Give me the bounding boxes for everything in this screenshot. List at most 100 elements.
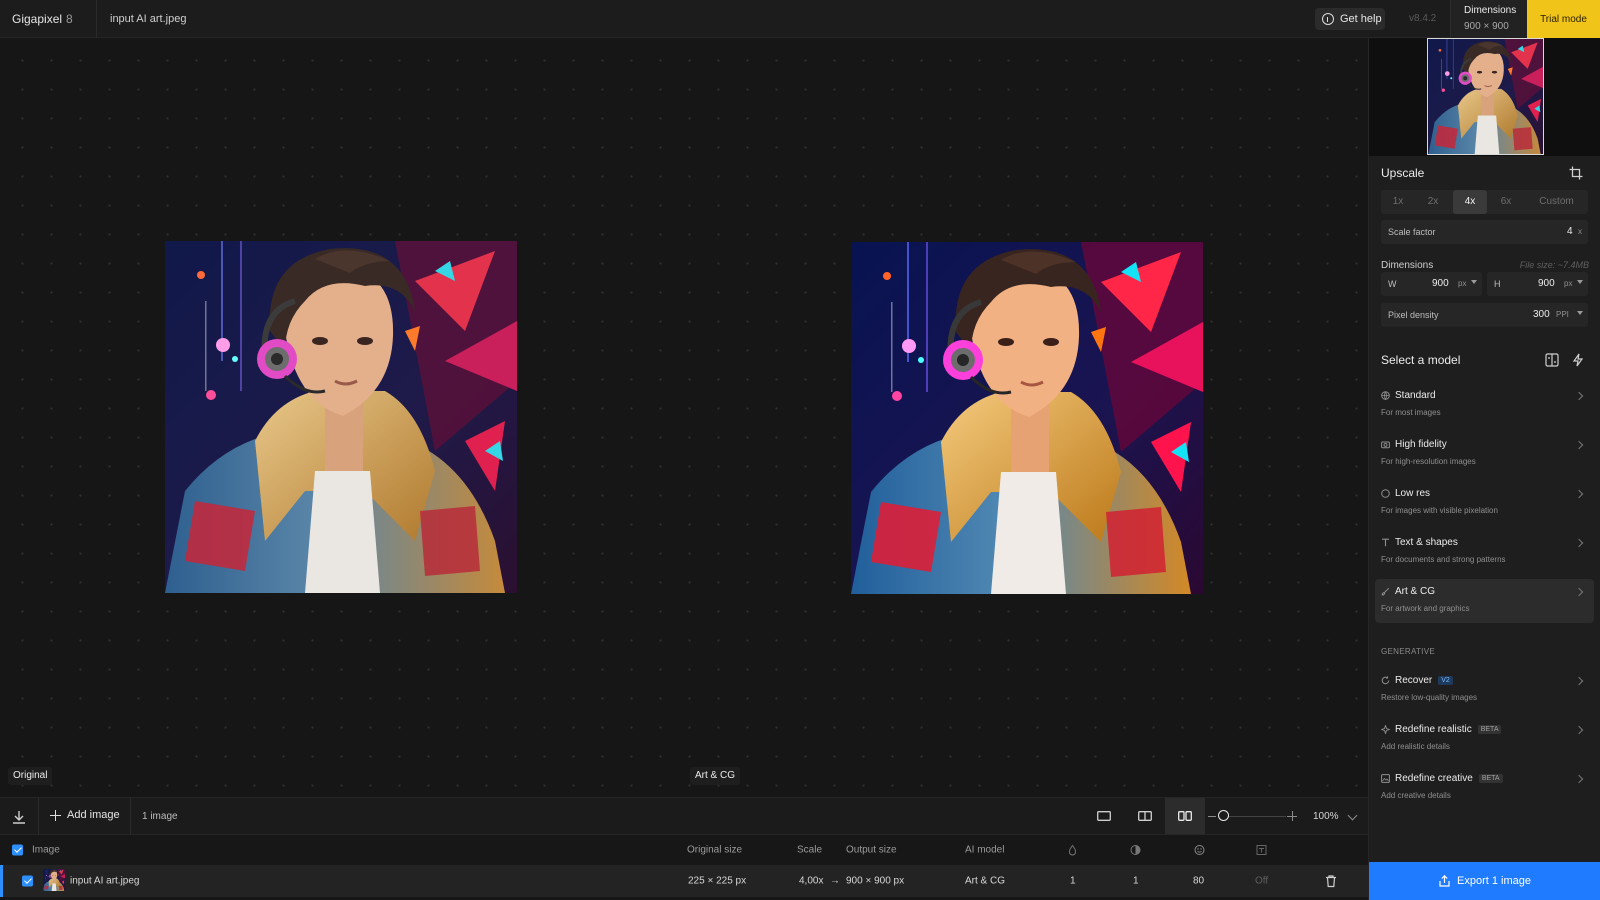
zoom-in-icon[interactable] xyxy=(1287,811,1297,821)
original-preview[interactable] xyxy=(165,241,517,593)
split-view-button[interactable] xyxy=(1125,798,1165,834)
add-image-button[interactable]: Add image xyxy=(50,809,120,821)
scale-option-4x[interactable]: 4x xyxy=(1453,190,1487,214)
row-value-3: 80 xyxy=(1193,875,1205,887)
pixel-density-value[interactable]: 300 xyxy=(1533,309,1550,320)
model-high-fidelity[interactable]: High fidelity For high-resolution images xyxy=(1375,432,1594,476)
scale-factor-value[interactable]: 4 xyxy=(1567,226,1573,237)
height-unit: px xyxy=(1564,279,1573,288)
ppi-unit: PPI xyxy=(1556,310,1569,319)
height-label: H xyxy=(1494,279,1501,289)
model-description: For images with visible pixelation xyxy=(1381,506,1498,515)
dimensions-label: Dimensions xyxy=(1381,260,1434,271)
model-name: High fidelity xyxy=(1395,439,1447,450)
model-recover[interactable]: Recover V2 Restore low-quality images xyxy=(1375,668,1594,712)
processed-preview[interactable] xyxy=(851,242,1203,594)
row-output-size: 900 × 900 px xyxy=(846,875,905,887)
model-redefine-creative[interactable]: Redefine creative BETA Add creative detai… xyxy=(1375,766,1594,810)
chevron-down-icon[interactable] xyxy=(1471,280,1477,284)
zoom-value[interactable]: 100% xyxy=(1313,811,1339,822)
select-model-title: Select a model xyxy=(1381,353,1461,367)
row-arrow: → xyxy=(830,875,840,887)
height-value[interactable]: 900 xyxy=(1538,278,1555,289)
trial-mode-button[interactable]: Trial mode xyxy=(1527,0,1600,38)
model-standard[interactable]: Standard For most images xyxy=(1375,383,1594,427)
chevron-down-icon[interactable] xyxy=(1347,810,1358,821)
model-redefine-realistic[interactable]: Redefine realistic BETA Add realistic det… xyxy=(1375,717,1594,761)
trash-icon[interactable] xyxy=(1325,875,1337,888)
version-label: v8.4.2 xyxy=(1409,13,1437,24)
navigator[interactable] xyxy=(1369,38,1600,156)
chevron-right-icon xyxy=(1574,676,1584,686)
row-checkbox[interactable] xyxy=(22,875,33,887)
select-all-checkbox[interactable] xyxy=(12,844,23,856)
model-pane-label: Art & CG xyxy=(690,767,741,785)
model-name: Art & CG xyxy=(1395,586,1436,597)
divider xyxy=(96,0,97,38)
preview-canvas[interactable] xyxy=(0,38,1368,797)
sparkle-icon xyxy=(1381,725,1390,734)
width-field[interactable]: W 900 px xyxy=(1381,272,1482,296)
low-res-icon xyxy=(1381,489,1390,498)
col-ai-model[interactable]: AI model xyxy=(965,845,1004,856)
height-field[interactable]: H 900 px xyxy=(1487,272,1588,296)
dimensions-value: 900 × 900 xyxy=(1464,21,1509,32)
scale-option-2x[interactable]: 2x xyxy=(1415,190,1451,214)
navigator-thumbnail[interactable] xyxy=(1427,38,1544,155)
scale-option-6x[interactable]: 6x xyxy=(1489,190,1523,214)
chevron-right-icon xyxy=(1574,440,1584,450)
chevron-down-icon[interactable] xyxy=(1577,311,1583,315)
file-size-estimate: File size: ~7.4MB xyxy=(1519,260,1589,270)
app-name: Gigapixel 8 xyxy=(12,12,73,26)
row-thumbnail xyxy=(43,869,65,891)
col-output-size[interactable]: Output size xyxy=(846,845,897,856)
droplet-icon xyxy=(1068,844,1077,856)
row-value-4: Off xyxy=(1255,875,1269,887)
dimensions-readout: Dimensions 900 × 900 xyxy=(1450,0,1527,38)
model-art-cg[interactable]: Art & CG For artwork and graphics xyxy=(1375,579,1594,623)
width-label: W xyxy=(1388,279,1397,289)
table-row[interactable]: input AI art.jpeg 225 × 225 px 4,00x → 9… xyxy=(0,865,1368,897)
settings-panel: Upscale 1x 2x 4x 6x Custom Scale factor … xyxy=(1368,38,1600,900)
scale-option-1x[interactable]: 1x xyxy=(1381,190,1415,214)
chevron-right-icon xyxy=(1574,725,1584,735)
width-value[interactable]: 900 xyxy=(1432,278,1449,289)
scale-option-custom[interactable]: Custom xyxy=(1525,190,1588,214)
model-name-text: Redefine creative xyxy=(1395,773,1473,784)
text-icon xyxy=(1382,538,1389,547)
generative-section-label: GENERATIVE xyxy=(1381,647,1435,656)
row-value-1: 1 xyxy=(1070,875,1076,887)
row-scale: 4,00x xyxy=(799,875,824,887)
processed-image xyxy=(851,242,1203,594)
zoom-slider-handle[interactable] xyxy=(1218,810,1229,821)
image-count: 1 image xyxy=(142,811,178,822)
get-help-button[interactable]: Get help xyxy=(1315,8,1385,30)
zoom-out-icon[interactable] xyxy=(1208,816,1216,818)
model-name-text: Redefine realistic xyxy=(1395,724,1472,735)
export-button[interactable]: Export 1 image xyxy=(1369,862,1600,900)
side-by-side-icon xyxy=(1178,811,1192,821)
col-image[interactable]: Image xyxy=(32,845,60,856)
zoom-slider[interactable] xyxy=(1220,816,1286,817)
collapse-panel-icon[interactable] xyxy=(10,808,28,826)
pixel-density-field[interactable]: Pixel density 300 PPI xyxy=(1381,303,1588,327)
side-by-side-view-button[interactable] xyxy=(1165,798,1205,834)
chevron-down-icon[interactable] xyxy=(1577,280,1583,284)
crop-icon[interactable] xyxy=(1569,166,1583,180)
divider xyxy=(130,798,131,836)
model-text-shapes[interactable]: Text & shapes For documents and strong p… xyxy=(1375,530,1594,574)
file-title: input AI art.jpeg xyxy=(110,13,187,25)
top-bar: Gigapixel 8 input AI art.jpeg Get help v8… xyxy=(0,0,1600,38)
plus-icon xyxy=(50,809,61,821)
scale-factor-field[interactable]: Scale factor 4 x xyxy=(1381,220,1588,244)
contrast-icon xyxy=(1130,845,1141,855)
single-view-button[interactable] xyxy=(1084,798,1124,834)
original-pane-label: Original xyxy=(8,767,53,785)
bottom-toolbar: Add image 1 image 100% xyxy=(0,797,1368,836)
info-icon xyxy=(1322,13,1334,25)
lightning-icon[interactable] xyxy=(1571,353,1585,367)
compare-models-icon[interactable] xyxy=(1545,353,1559,367)
model-low-res[interactable]: Low res For images with visible pixelati… xyxy=(1375,481,1594,525)
col-original-size[interactable]: Original size xyxy=(687,845,742,856)
col-scale[interactable]: Scale xyxy=(797,845,822,856)
